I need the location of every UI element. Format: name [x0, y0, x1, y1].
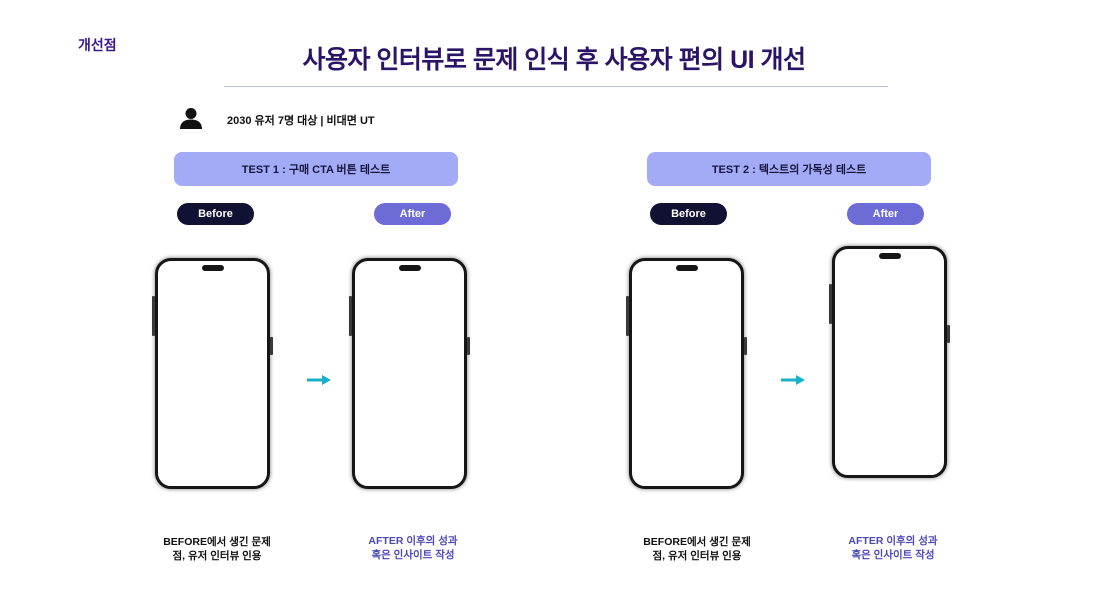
- arrow-right-icon: [781, 375, 805, 385]
- phone-side-button: [626, 296, 629, 336]
- phone-notch: [201, 265, 224, 271]
- page-title: 사용자 인터뷰로 문제 인식 후 사용자 편의 UI 개선: [302, 46, 806, 74]
- phone-side-button: [349, 296, 352, 336]
- user-icon: [180, 108, 202, 129]
- test-2-after-caption: AFTER 이후의 성과 혹은 인사이트 작성: [813, 534, 973, 562]
- caption-line: 점, 유저 인터뷰 인용: [652, 550, 742, 562]
- title-divider: [224, 86, 888, 87]
- test-2-before-caption: BEFORE에서 생긴 문제 점, 유저 인터뷰 인용: [617, 535, 777, 563]
- caption-line: 혹은 인사이트 작성: [371, 549, 455, 561]
- test-2-after-badge: After: [847, 203, 924, 225]
- caption-line: 점, 유저 인터뷰 인용: [172, 550, 262, 562]
- caption-line: BEFORE에서 생긴 문제: [643, 536, 751, 548]
- test-2-after-phone-mockup: [829, 246, 950, 478]
- test-2-before-phone-mockup: [626, 258, 747, 489]
- test-1-header: TEST 1 : 구매 CTA 버튼 테스트: [174, 152, 458, 186]
- caption-line: AFTER 이후의 성과: [368, 535, 458, 547]
- phone-side-button: [270, 337, 273, 355]
- phone-side-button: [467, 337, 470, 355]
- caption-line: BEFORE에서 생긴 문제: [163, 536, 271, 548]
- participants-info: 2030 유저 7명 대상 | 비대면 UT: [227, 115, 375, 127]
- test-2-before-badge: Before: [650, 203, 727, 225]
- test-1-after-caption: AFTER 이후의 성과 혹은 인사이트 작성: [333, 534, 493, 562]
- test-1-after-badge: After: [374, 203, 451, 225]
- test-1-before-badge: Before: [177, 203, 254, 225]
- test-1-before-caption: BEFORE에서 생긴 문제 점, 유저 인터뷰 인용: [137, 535, 297, 563]
- test-2-header: TEST 2 : 텍스트의 가독성 테스트: [647, 152, 931, 186]
- phone-side-button: [947, 325, 950, 343]
- phone-side-button: [829, 284, 832, 324]
- caption-line: 혹은 인사이트 작성: [851, 549, 935, 561]
- caption-line: AFTER 이후의 성과: [848, 535, 938, 547]
- phone-notch: [675, 265, 698, 271]
- phone-side-button: [744, 337, 747, 355]
- phone-notch: [878, 253, 901, 259]
- test-1-after-phone-mockup: [349, 258, 470, 489]
- test-1-before-phone-mockup: [152, 258, 273, 489]
- arrow-right-icon: [307, 375, 331, 385]
- phone-side-button: [152, 296, 155, 336]
- phone-notch: [398, 265, 421, 271]
